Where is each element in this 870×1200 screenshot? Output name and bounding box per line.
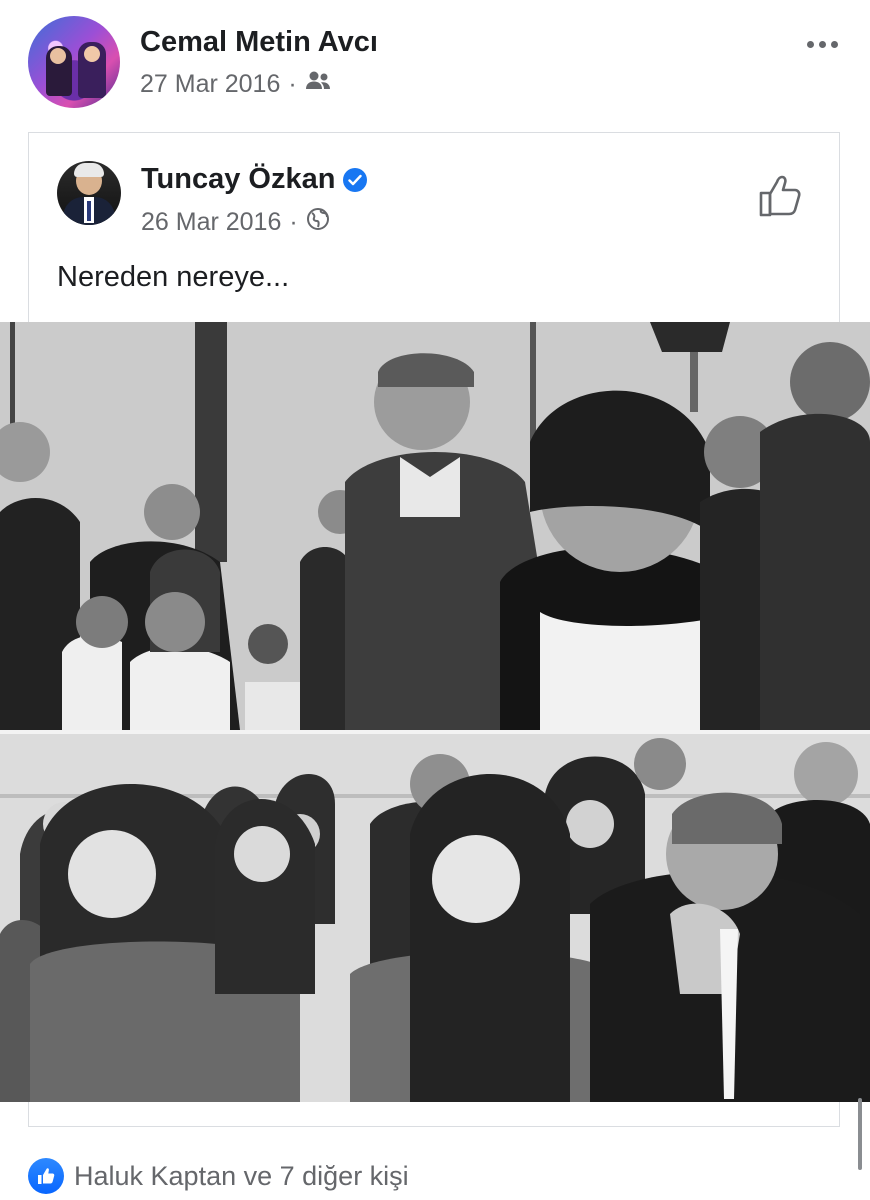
photo-top-historical bbox=[0, 322, 870, 730]
shared-post-text: Nereden nereye... bbox=[57, 261, 290, 293]
photo-bottom-modern bbox=[0, 734, 870, 1102]
post-date[interactable]: 27 Mar 2016 bbox=[140, 70, 280, 99]
post-photo[interactable] bbox=[0, 322, 870, 1102]
reactions-text[interactable]: Haluk Kaptan ve 7 diğer kişi bbox=[74, 1161, 409, 1192]
shared-post-meta: 26 Mar 2016 · bbox=[141, 207, 330, 238]
shared-author-name[interactable]: Tuncay Özkan bbox=[141, 163, 335, 196]
shared-author-line: Tuncay Özkan bbox=[141, 163, 368, 196]
reactions-summary[interactable]: Haluk Kaptan ve 7 diğer kişi bbox=[28, 1158, 409, 1194]
meta-separator: · bbox=[288, 70, 297, 98]
scrollbar[interactable] bbox=[858, 1098, 862, 1170]
shared-author-avatar[interactable] bbox=[57, 161, 121, 225]
post-header: Cemal Metin Avcı 27 Mar 2016 · bbox=[0, 0, 870, 125]
dot-icon bbox=[818, 40, 826, 48]
dot-icon bbox=[830, 40, 838, 48]
post-meta: 27 Mar 2016 · bbox=[140, 70, 331, 99]
like-icon bbox=[28, 1158, 64, 1194]
author-avatar[interactable] bbox=[28, 16, 120, 108]
dot-icon bbox=[806, 40, 814, 48]
globe-icon bbox=[306, 207, 330, 238]
author-name[interactable]: Cemal Metin Avcı bbox=[140, 26, 378, 59]
verified-badge-icon bbox=[343, 167, 368, 192]
shared-post-date[interactable]: 26 Mar 2016 bbox=[141, 208, 281, 237]
meta-separator: · bbox=[289, 208, 298, 236]
friends-icon bbox=[305, 70, 331, 99]
thumbs-up-icon[interactable] bbox=[755, 171, 805, 221]
more-options-button[interactable] bbox=[802, 34, 842, 54]
